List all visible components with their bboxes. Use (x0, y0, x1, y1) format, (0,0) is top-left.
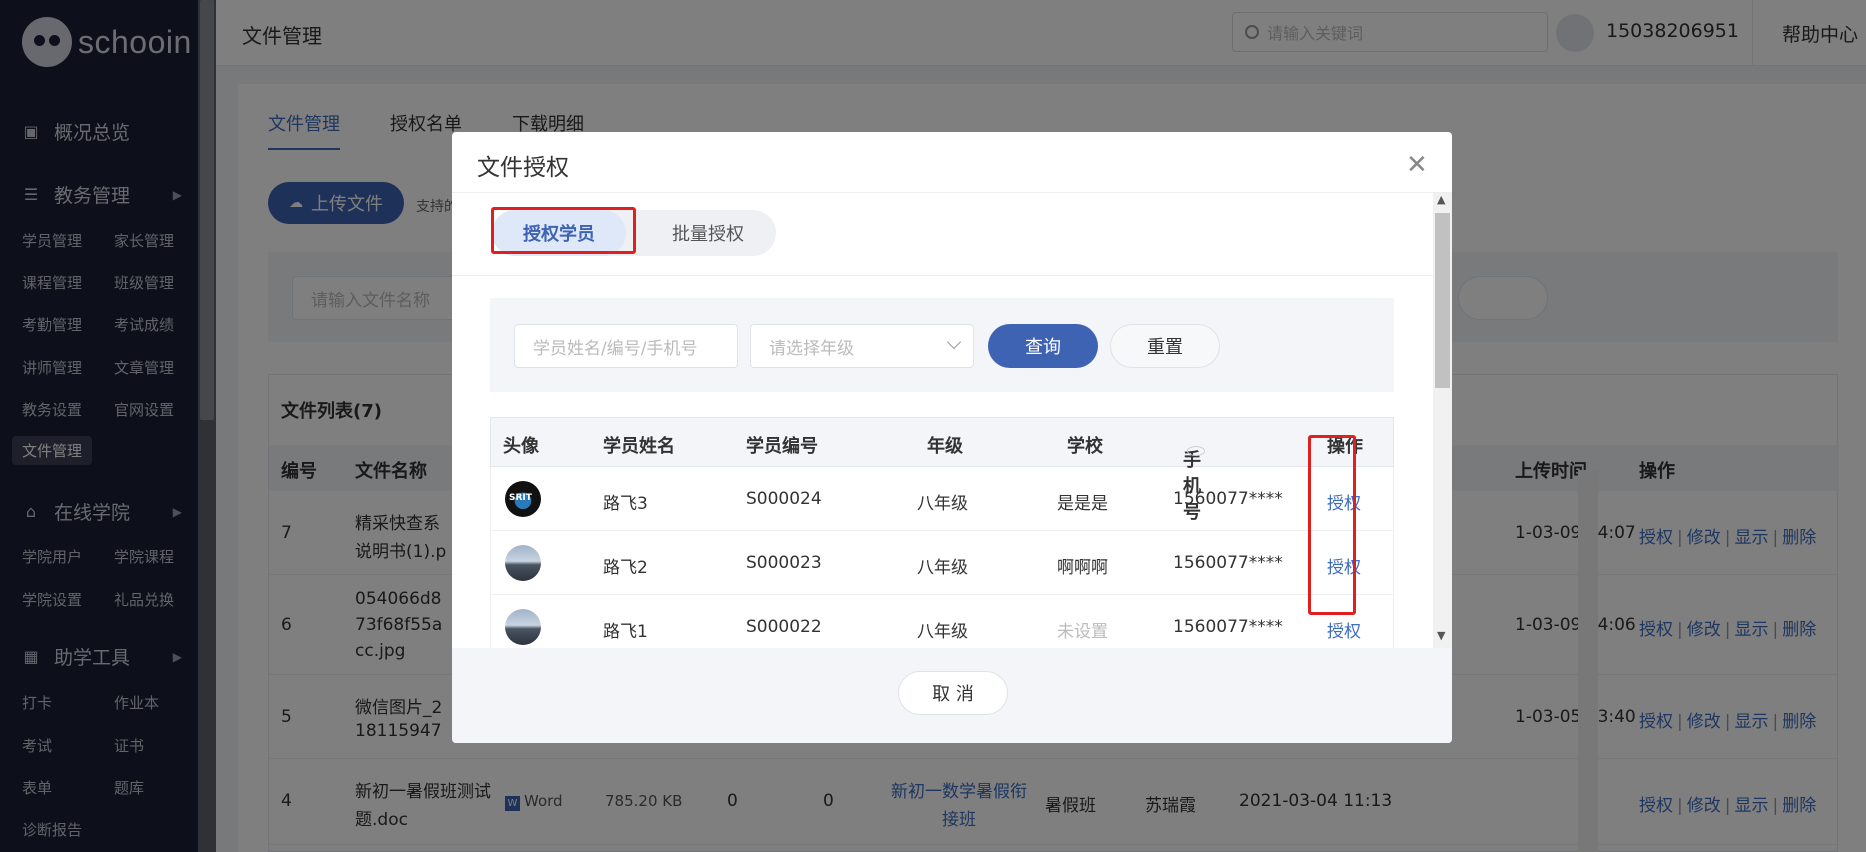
col-school: 学校 (1067, 436, 1103, 457)
query-button[interactable]: 查询 (988, 324, 1098, 368)
authorize-link[interactable]: 授权 (1327, 489, 1361, 514)
student-id: S000022 (746, 617, 822, 637)
dialog-scrollbar[interactable]: ▲ ▼ (1433, 193, 1452, 648)
student-table-header: 头像 学员姓名 学员编号 年级 学校 手机号 操作 (490, 417, 1394, 523)
authorize-link[interactable]: 授权 (1327, 617, 1361, 642)
file-auth-dialog: 文件授权 ✕ 授权学员 批量授权 学员姓名/编号/手机号 请选择年级 查询 重置… (452, 132, 1452, 743)
tab-batch-auth[interactable]: 批量授权 (640, 210, 776, 256)
student-school: 未设置 (1057, 622, 1108, 642)
scroll-down-icon[interactable]: ▼ (1437, 629, 1445, 642)
close-icon[interactable]: ✕ (1406, 152, 1428, 178)
student-name: 路飞3 (603, 494, 648, 514)
tab-auth-student[interactable]: 授权学员 (492, 210, 626, 256)
col-student-name: 学员姓名 (603, 436, 675, 457)
scroll-up-icon[interactable]: ▲ (1437, 193, 1445, 206)
student-school: 啊啊啊 (1057, 558, 1108, 578)
dialog-body: 授权学员 批量授权 学员姓名/编号/手机号 请选择年级 查询 重置 头像 学员姓… (452, 193, 1452, 648)
grade-select[interactable]: 请选择年级 (750, 324, 974, 368)
avatar: SRIT (505, 481, 541, 517)
cancel-button[interactable]: 取 消 (898, 671, 1008, 715)
col-grade: 年级 (927, 436, 963, 457)
auth-mode-switch: 授权学员 批量授权 (492, 210, 776, 256)
authorize-link[interactable]: 授权 (1327, 553, 1361, 578)
avatar-logo-text: SRIT (509, 493, 532, 503)
student-grade: 八年级 (917, 558, 968, 578)
dialog-scroll-thumb[interactable] (1435, 213, 1450, 388)
student-name: 路飞2 (603, 558, 648, 578)
student-name: 路飞1 (603, 622, 648, 642)
table-row: 路飞2 S000023 八年级 啊啊啊 1560077**** 授权 (490, 531, 1394, 595)
chevron-down-icon (946, 334, 962, 350)
student-id: S000023 (746, 553, 822, 573)
table-row: 路飞1 S000022 八年级 未设置 1560077**** 授权 (490, 595, 1394, 648)
dialog-title: 文件授权 (477, 155, 569, 181)
student-search-input[interactable]: 学员姓名/编号/手机号 (514, 324, 738, 368)
student-phone: 1560077**** (1173, 617, 1283, 637)
grade-placeholder: 请选择年级 (769, 338, 854, 359)
student-grade: 八年级 (917, 494, 968, 514)
avatar (505, 609, 541, 645)
student-phone: 1560077**** (1173, 553, 1283, 573)
col-student-id: 学员编号 (746, 436, 818, 457)
eye-icon[interactable] (1187, 446, 1205, 456)
dialog-divider (452, 275, 1433, 276)
avatar (505, 545, 541, 581)
student-id: S000024 (746, 489, 822, 509)
student-school: 是是是 (1057, 494, 1108, 514)
student-phone: 1560077**** (1173, 489, 1283, 509)
student-search-placeholder: 学员姓名/编号/手机号 (533, 338, 698, 359)
col-action: 操作 (1327, 436, 1363, 457)
col-avatar: 头像 (503, 436, 539, 457)
student-grade: 八年级 (917, 622, 968, 642)
reset-button[interactable]: 重置 (1110, 324, 1220, 368)
student-filter-bar: 学员姓名/编号/手机号 请选择年级 查询 重置 (490, 298, 1394, 392)
dialog-footer: 取 消 (452, 648, 1452, 743)
table-row: SRIT 路飞3 S000024 八年级 是是是 1560077**** 授权 (490, 467, 1394, 531)
